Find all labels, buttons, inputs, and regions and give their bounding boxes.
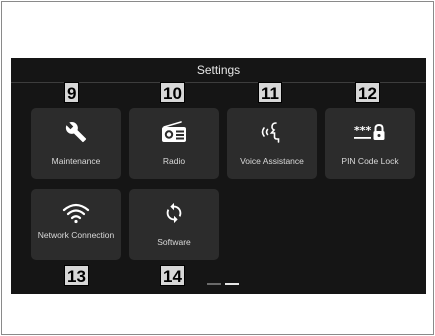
callout-14: 14 bbox=[160, 265, 185, 286]
page-indicator-1[interactable] bbox=[207, 283, 221, 285]
software-tile[interactable]: Software bbox=[129, 189, 219, 260]
pin-lock-icon: *** bbox=[325, 120, 415, 144]
tile-label: PIN Code Lock bbox=[341, 156, 399, 166]
callout-11: 11 bbox=[258, 82, 282, 103]
network-connection-tile[interactable]: Network Connection bbox=[31, 189, 121, 260]
voice-assistance-tile[interactable]: Voice Assistance bbox=[227, 108, 317, 179]
tile-label: Network Connection bbox=[37, 230, 115, 240]
tile-label: Voice Assistance bbox=[240, 156, 304, 166]
tile-label: Maintenance bbox=[51, 156, 101, 166]
maintenance-tile[interactable]: Maintenance bbox=[31, 108, 121, 179]
sync-icon bbox=[129, 201, 219, 225]
pin-code-lock-tile[interactable]: *** PIN Code Lock bbox=[325, 108, 415, 179]
radio-icon bbox=[129, 120, 219, 144]
tile-label: Radio bbox=[162, 156, 186, 166]
callout-12: 12 bbox=[355, 82, 380, 103]
page-indicator-2-active[interactable] bbox=[225, 283, 239, 285]
callout-10: 10 bbox=[160, 82, 185, 103]
callout-13: 13 bbox=[64, 265, 89, 286]
svg-text:***: *** bbox=[354, 124, 372, 137]
callout-9: 9 bbox=[64, 82, 80, 103]
voice-assistance-icon bbox=[227, 120, 317, 144]
screen-title: Settings bbox=[196, 63, 241, 77]
tile-label: Software bbox=[157, 237, 191, 247]
wrench-icon bbox=[31, 120, 121, 144]
wifi-icon bbox=[31, 201, 121, 225]
radio-tile[interactable]: Radio bbox=[129, 108, 219, 179]
